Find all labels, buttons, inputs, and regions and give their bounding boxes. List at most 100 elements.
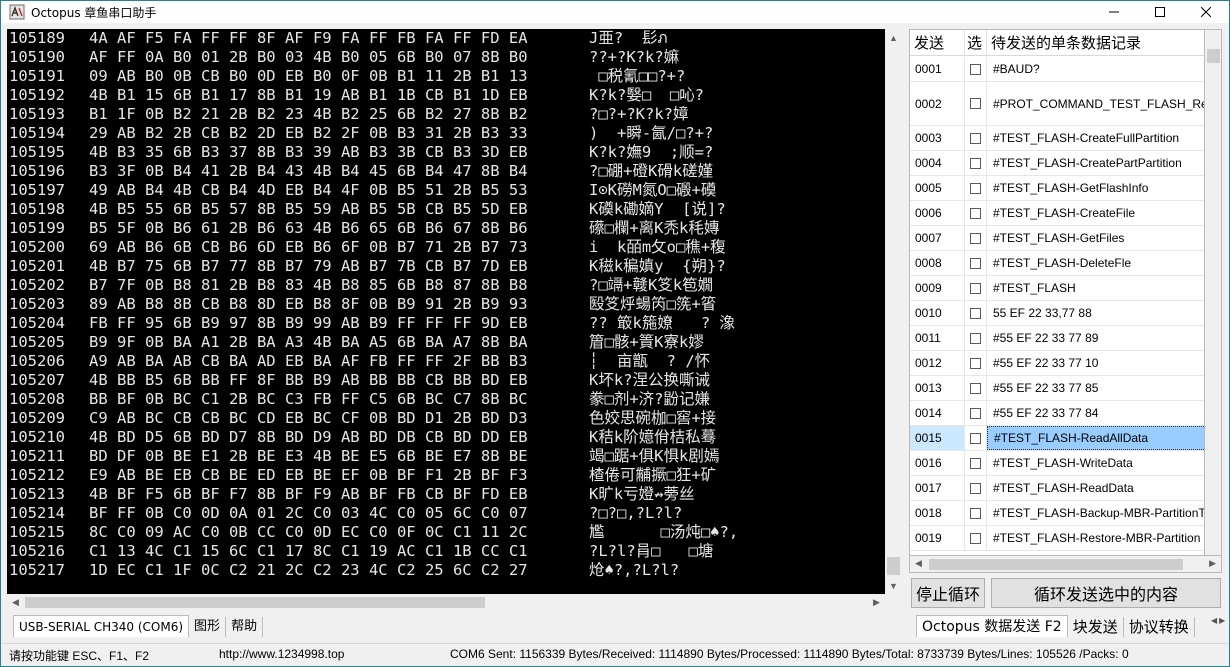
list-row[interactable]: 0014 #55 EF 22 33 77 84 bbox=[910, 401, 1204, 426]
row-checkbox[interactable] bbox=[970, 63, 981, 75]
tab-serial-port[interactable]: USB-SERIAL CH340 (COM6) bbox=[13, 615, 190, 637]
tab-scroll-arrows[interactable]: ◀ ▶ bbox=[1211, 616, 1227, 625]
row-index[interactable]: 0003 bbox=[910, 126, 965, 150]
scroll-up-arrow-icon[interactable]: ▲ bbox=[885, 29, 902, 46]
header-select[interactable]: 选 bbox=[965, 30, 987, 56]
list-row[interactable]: 0013 #55 EF 22 33 77 85 bbox=[910, 376, 1204, 401]
row-checkbox[interactable] bbox=[970, 332, 981, 344]
row-checkbox[interactable] bbox=[970, 532, 981, 544]
row-record-text[interactable]: #TEST_FLASH-CreateFullPartition bbox=[987, 126, 1204, 150]
scroll-thumb[interactable] bbox=[1207, 49, 1220, 63]
row-record-text[interactable]: #TEST_FLASH bbox=[987, 276, 1204, 300]
row-index[interactable]: 0005 bbox=[910, 176, 965, 200]
tab-left-arrow-icon[interactable]: ◀ bbox=[1211, 616, 1217, 625]
list-row[interactable]: 0010 55 EF 22 33,77 88 bbox=[910, 301, 1204, 326]
row-checkbox[interactable] bbox=[970, 182, 981, 194]
title-bar[interactable]: Octopus 章鱼串口助手 bbox=[1, 1, 1229, 23]
row-index[interactable]: 0004 bbox=[910, 151, 965, 175]
row-checkbox[interactable] bbox=[970, 407, 981, 419]
list-row[interactable]: 0017 #TEST_FLASH-ReadData bbox=[910, 476, 1204, 501]
row-checkbox[interactable] bbox=[970, 257, 981, 269]
row-checkbox[interactable] bbox=[970, 98, 981, 109]
list-row[interactable]: 0008 #TEST_FLASH-DeleteFle bbox=[910, 251, 1204, 276]
row-index[interactable]: 0017 bbox=[910, 476, 965, 500]
scroll-left-arrow-icon[interactable]: ◀ bbox=[7, 594, 24, 611]
send-record-list[interactable]: 发送 选 待发送的单条数据记录 0001 #BAUD? 0002 #PROT_COMM… bbox=[909, 29, 1205, 556]
row-record-text[interactable]: #TEST_FLASH-ReadAllData bbox=[987, 426, 1204, 450]
row-record-text[interactable]: #TEST_FLASH-Backup-MBR-PartitionT bbox=[987, 501, 1204, 525]
list-row[interactable]: 0003 #TEST_FLASH-CreateFullPartition bbox=[910, 126, 1204, 151]
list-row[interactable]: 0004 #TEST_FLASH-CreatePartPartition bbox=[910, 151, 1204, 176]
loop-send-selected-button[interactable]: 循环发送选中的内容 bbox=[991, 578, 1221, 608]
stop-loop-button[interactable]: 停止循环 bbox=[911, 578, 985, 608]
row-index[interactable]: 0018 bbox=[910, 501, 965, 525]
row-index[interactable]: 0006 bbox=[910, 201, 965, 225]
row-index[interactable]: 0016 bbox=[910, 451, 965, 475]
list-row[interactable]: 0015 #TEST_FLASH-ReadAllData bbox=[910, 426, 1204, 451]
header-record[interactable]: 待发送的单条数据记录 bbox=[987, 30, 1204, 56]
row-checkbox[interactable] bbox=[970, 207, 981, 219]
row-checkbox[interactable] bbox=[970, 282, 981, 294]
scroll-thumb[interactable] bbox=[887, 557, 900, 575]
header-send[interactable]: 发送 bbox=[910, 30, 965, 56]
scroll-left-arrow-icon[interactable]: ◀ bbox=[915, 558, 922, 569]
row-checkbox[interactable] bbox=[970, 132, 981, 144]
list-row[interactable]: 0005 #TEST_FLASH-GetFlashInfo bbox=[910, 176, 1204, 201]
row-record-text[interactable]: #TEST_FLASH-DeleteFle bbox=[987, 251, 1204, 275]
row-checkbox[interactable] bbox=[970, 307, 981, 319]
list-row[interactable]: 0001 #BAUD? bbox=[910, 57, 1204, 82]
row-checkbox[interactable] bbox=[970, 482, 981, 494]
row-index[interactable]: 0013 bbox=[910, 376, 965, 400]
row-index[interactable]: 0008 bbox=[910, 251, 965, 275]
tab-help[interactable]: 帮助 bbox=[226, 617, 264, 637]
row-checkbox[interactable] bbox=[970, 157, 981, 169]
tab-block-send[interactable]: 块发送 bbox=[1068, 617, 1124, 637]
row-record-text[interactable]: #55 EF 22 33 77 85 bbox=[987, 376, 1204, 400]
row-record-text[interactable]: #TEST_FLASH-WriteData bbox=[987, 451, 1204, 475]
list-row[interactable]: 0012 #55 EF 22 33 77 10 bbox=[910, 351, 1204, 376]
scroll-thumb[interactable] bbox=[25, 597, 485, 608]
row-index[interactable]: 0002 bbox=[910, 82, 965, 125]
terminal-horizontal-scrollbar[interactable]: ◀ ▶ bbox=[7, 594, 885, 611]
row-record-text[interactable]: #TEST_FLASH-ReadData bbox=[987, 476, 1204, 500]
terminal-vertical-scrollbar[interactable]: ▲ ▼ bbox=[885, 29, 902, 594]
list-row[interactable]: 0018 #TEST_FLASH-Backup-MBR-PartitionT bbox=[910, 501, 1204, 526]
scroll-thumb[interactable] bbox=[929, 559, 1183, 570]
row-index[interactable]: 0007 bbox=[910, 226, 965, 250]
row-record-text[interactable]: #BAUD? bbox=[987, 57, 1204, 81]
row-index[interactable]: 0012 bbox=[910, 351, 965, 375]
row-record-text[interactable]: #55 EF 22 33 77 84 bbox=[987, 401, 1204, 425]
row-index[interactable]: 0019 bbox=[910, 526, 965, 550]
list-horizontal-scrollbar[interactable]: ◀ ▶ bbox=[909, 556, 1222, 573]
row-record-text[interactable]: #TEST_FLASH-GetFiles bbox=[987, 226, 1204, 250]
list-row[interactable]: 0016 #TEST_FLASH-WriteData bbox=[910, 451, 1204, 476]
minimize-button[interactable] bbox=[1091, 1, 1137, 23]
list-vertical-scrollbar[interactable] bbox=[1205, 29, 1222, 556]
list-row[interactable]: 0002 #PROT_COMMAND_TEST_FLASH_Rea bbox=[910, 82, 1204, 126]
row-index[interactable]: 0001 bbox=[910, 57, 965, 81]
row-record-text[interactable]: #TEST_FLASH-CreatePartPartition bbox=[987, 151, 1204, 175]
row-record-text[interactable]: #55 EF 22 33 77 10 bbox=[987, 351, 1204, 375]
status-url-link[interactable]: http://www.1234998.top bbox=[219, 647, 344, 661]
tab-graph[interactable]: 图形 bbox=[189, 617, 227, 637]
row-record-text[interactable]: #PROT_COMMAND_TEST_FLASH_Rea bbox=[987, 82, 1204, 125]
list-row[interactable]: 0009 #TEST_FLASH bbox=[910, 276, 1204, 301]
row-record-text[interactable]: #55 EF 22 33 77 89 bbox=[987, 326, 1204, 350]
row-checkbox[interactable] bbox=[970, 457, 981, 469]
scroll-down-arrow-icon[interactable]: ▼ bbox=[885, 577, 902, 594]
list-row[interactable]: 0006 #TEST_FLASH-CreateFile bbox=[910, 201, 1204, 226]
row-checkbox[interactable] bbox=[970, 432, 981, 444]
row-index[interactable]: 0010 bbox=[910, 301, 965, 325]
row-index[interactable]: 0014 bbox=[910, 401, 965, 425]
tab-protocol-convert[interactable]: 协议转换 bbox=[1124, 617, 1195, 637]
receive-terminal[interactable]: 105189 4A AF F5 FA FF FF 8F AF F9 FA FF F… bbox=[7, 29, 885, 594]
row-record-text[interactable]: #TEST_FLASH-CreateFile bbox=[987, 201, 1204, 225]
row-index[interactable]: 0009 bbox=[910, 276, 965, 300]
scroll-right-arrow-icon[interactable]: ▶ bbox=[1209, 558, 1216, 569]
row-index[interactable]: 0015 bbox=[910, 426, 965, 450]
tab-right-arrow-icon[interactable]: ▶ bbox=[1219, 616, 1225, 625]
row-checkbox[interactable] bbox=[970, 232, 981, 244]
list-row[interactable]: 0019 #TEST_FLASH-Restore-MBR-Partition bbox=[910, 526, 1204, 551]
row-index[interactable]: 0011 bbox=[910, 326, 965, 350]
row-checkbox[interactable] bbox=[970, 357, 981, 369]
